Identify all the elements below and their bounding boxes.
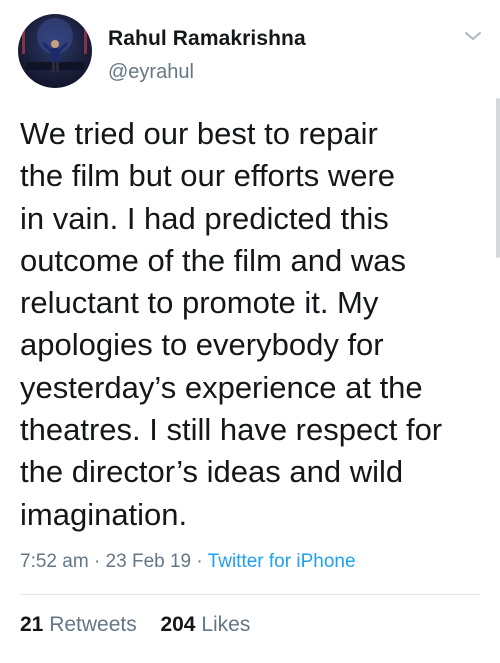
tweet-card: Rahul Ramakrishna @eyrahul We tried our …	[0, 0, 500, 663]
avatar[interactable]	[18, 14, 92, 88]
meta-separator: ·	[93, 551, 101, 572]
tweet-text: We tried our best to repair the film but…	[20, 116, 443, 532]
likes-count: 204	[160, 613, 196, 636]
tweet-date: 23 Feb 19	[105, 551, 192, 572]
retweets-label: Retweets	[49, 613, 137, 636]
avatar-image	[22, 18, 87, 72]
chevron-down-icon[interactable]	[464, 30, 482, 42]
tweet-stats: 21 Retweets 204 Likes	[20, 613, 250, 637]
meta-separator: ·	[196, 551, 203, 572]
tweet-meta: 7:52 am · 23 Feb 19 · Twitter for iPhone	[20, 551, 356, 573]
divider	[20, 594, 480, 595]
display-name[interactable]: Rahul Ramakrishna	[108, 27, 306, 51]
retweets-link[interactable]: 21 Retweets	[20, 613, 143, 636]
tweet-time: 7:52 am	[20, 551, 89, 572]
user-handle[interactable]: @eyrahul	[108, 61, 194, 84]
likes-label: Likes	[201, 613, 251, 636]
likes-link[interactable]: 204 Likes	[160, 613, 250, 636]
retweets-count: 21	[20, 613, 44, 636]
scrollbar[interactable]	[496, 98, 500, 258]
tweet-source-link[interactable]: Twitter for iPhone	[208, 551, 356, 572]
